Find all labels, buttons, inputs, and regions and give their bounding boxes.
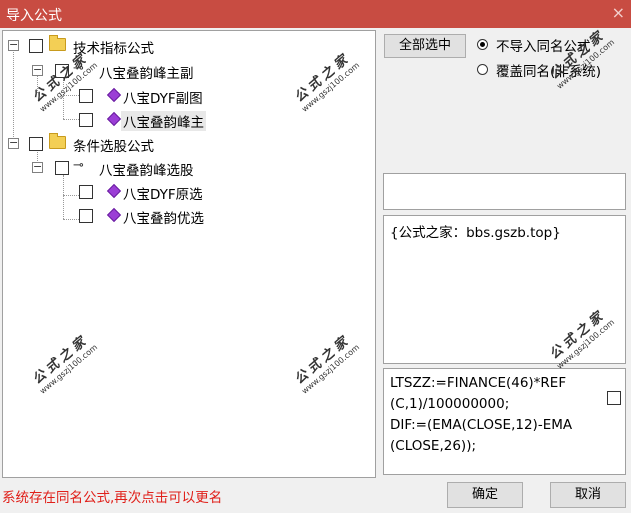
tree-checkbox[interactable] [79,209,93,223]
tree-checkbox[interactable] [79,113,93,127]
tree-formula-label[interactable]: 八宝叠韵峰选股 [99,159,194,179]
status-message: 系统存在同名公式,再次点击可以更名 [2,490,223,506]
tree-leaf-label[interactable]: 八宝DYF原选 [123,183,203,203]
key-icon: ⊸ [73,158,84,173]
code-checkbox[interactable] [607,391,621,405]
tree-checkbox[interactable] [29,137,43,151]
cancel-button[interactable]: 取消 [550,482,626,508]
select-all-button[interactable]: 全部选中 [384,34,466,58]
tree-leaf[interactable]: 八宝叠韵优选 [3,207,253,227]
title-bar: 导入公式 × [0,0,631,28]
diamond-icon [106,87,122,103]
code-line: (C,1)/100000000; [390,396,510,412]
watermark-url: www.gszj100.com [300,60,362,114]
watermark-text: 公式之家 [292,332,354,388]
collapse-icon[interactable]: − [32,64,43,76]
radio-overwrite[interactable] [477,64,488,75]
code-line: (CLOSE,26)); [390,438,477,454]
watermark-text: 公式之家 [292,50,354,106]
radio-skip-duplicates[interactable] [477,39,488,50]
description-text: {公式之家：bbs.gszb.top} [390,225,561,241]
watermark: 公式之家 www.gszj100.com [19,322,133,433]
tree-leaf-label[interactable]: 八宝叠韵优选 [123,207,204,227]
folder-icon [49,133,66,149]
key-icon: ⊸ [73,61,84,76]
tree-checkbox[interactable] [79,89,93,103]
watermark: 公式之家 www.gszj100.com [281,40,395,151]
tree-checkbox[interactable] [55,161,69,175]
tree-checkbox[interactable] [79,185,93,199]
tree-group-label[interactable]: 技术指标公式 [73,37,154,57]
watermark-text: 公式之家 [30,332,92,388]
radio-skip-duplicates-label[interactable]: 不导入同名公式 [496,35,591,55]
watermark: 公式之家 www.gszj100.com [281,322,395,433]
tree-formula[interactable]: − ⊸ 八宝叠韵峰主副 [3,61,253,82]
diamond-icon [106,207,122,223]
diamond-icon [106,111,122,127]
description-box: {公式之家：bbs.gszb.top} [383,215,626,364]
tree-group-label[interactable]: 条件选股公式 [73,135,154,155]
window-title: 导入公式 [6,8,62,24]
close-icon[interactable]: × [612,3,625,22]
collapse-icon[interactable]: − [8,39,19,51]
tree-formula-label[interactable]: 八宝叠韵峰主副 [99,62,194,82]
tree-leaf-label-selected[interactable]: 八宝叠韵峰主 [121,111,206,131]
collapse-icon[interactable]: − [32,161,43,173]
tree-formula[interactable]: − ⊸ 八宝叠韵峰选股 [3,158,253,179]
tree-checkbox[interactable] [29,39,43,53]
tree-group-technical[interactable]: − 技术指标公式 [3,35,253,57]
tree-leaf[interactable]: 八宝叠韵峰主 [3,111,253,131]
ok-button[interactable]: 确定 [447,482,523,508]
tree-group-screening[interactable]: − 条件选股公式 [3,133,253,155]
folder-icon [49,35,66,51]
radio-overwrite-label[interactable]: 覆盖同名(非系统) [496,60,601,80]
formula-tree[interactable]: − 技术指标公式 − ⊸ 八宝叠韵峰主副 八宝DYF副图 八宝叠韵峰主 − 条件… [2,30,376,478]
name-field[interactable] [383,173,626,210]
code-box: LTSZZ:=FINANCE(46)*REF (C,1)/100000000; … [383,368,626,475]
tree-checkbox[interactable] [55,64,69,78]
collapse-icon[interactable]: − [8,137,19,149]
code-line: DIF:=(EMA(CLOSE,12)-EMA [390,417,573,433]
watermark-url: www.gszj100.com [38,342,100,396]
tree-leaf[interactable]: 八宝DYF原选 [3,183,253,203]
tree-leaf-label[interactable]: 八宝DYF副图 [123,87,203,107]
tree-leaf[interactable]: 八宝DYF副图 [3,87,253,107]
diamond-icon [106,183,122,199]
watermark-url: www.gszj100.com [300,342,362,396]
code-line: LTSZZ:=FINANCE(46)*REF [390,375,567,391]
